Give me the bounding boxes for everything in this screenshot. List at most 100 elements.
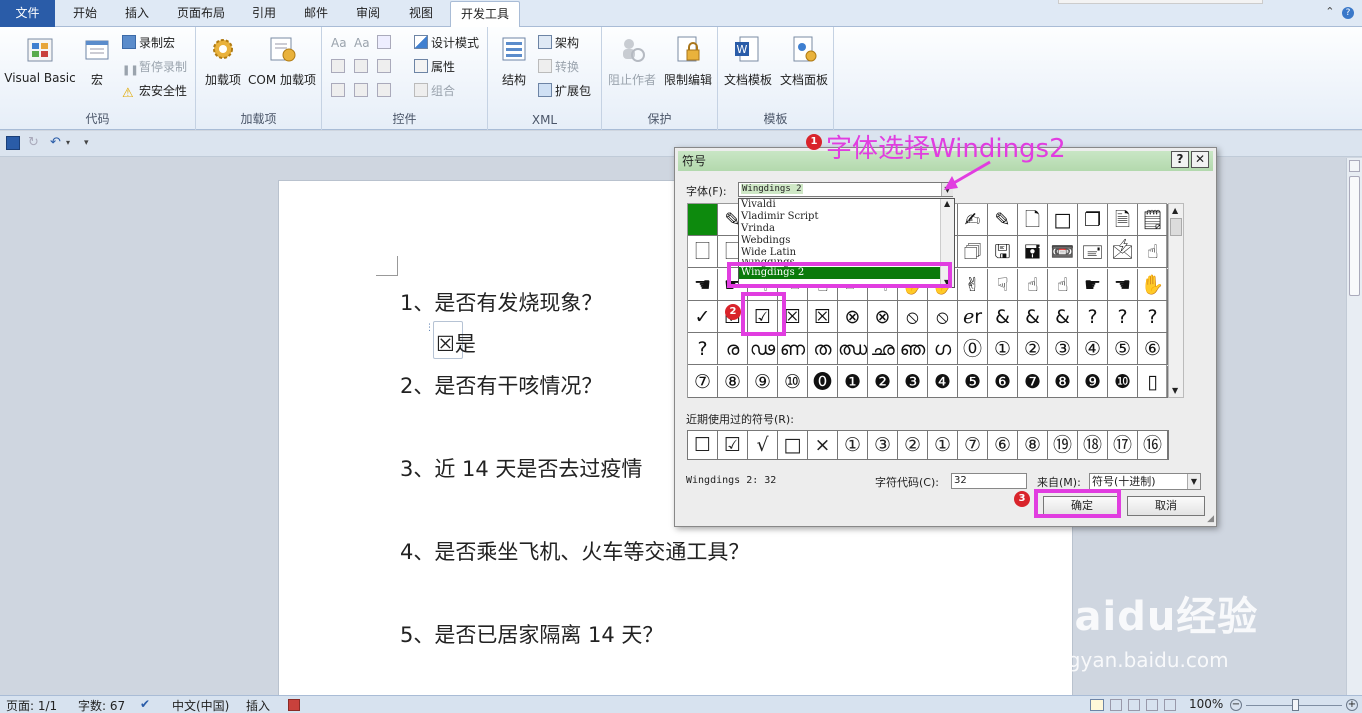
macros-button[interactable]: 宏: [78, 31, 116, 88]
symbol-cell[interactable]: ②: [1018, 333, 1048, 366]
symbol-cell[interactable]: 🗒: [1138, 204, 1168, 236]
customize-qat-icon[interactable]: ▾: [84, 136, 98, 150]
addins-button[interactable]: 加载项: [200, 31, 246, 88]
symbol-cell[interactable]: ☝: [1138, 236, 1168, 269]
tab-developer[interactable]: 开发工具: [450, 1, 520, 27]
symbol-cell[interactable]: 🗋: [1018, 204, 1048, 236]
tab-page-layout[interactable]: 页面布局: [168, 1, 234, 27]
recent-symbol-cell[interactable]: ☐: [688, 431, 718, 460]
com-addins-button[interactable]: COM 加载项: [246, 31, 318, 88]
symbol-cell[interactable]: ❶: [838, 365, 868, 398]
symbol-cell[interactable]: ❹: [928, 365, 958, 398]
resize-grip-icon[interactable]: ◢: [1207, 514, 1214, 524]
grid-scroll-down-icon[interactable]: ▼: [1172, 386, 1178, 395]
symbol-cell[interactable]: &: [988, 300, 1018, 333]
symbol-cell[interactable]: ☝: [1048, 268, 1078, 301]
recent-symbol-cell[interactable]: □: [778, 431, 808, 460]
symbol-cell[interactable]: ①: [988, 333, 1018, 366]
legacy-tools-button[interactable]: [377, 81, 394, 101]
font-dropdown-arrow-icon[interactable]: ▼: [941, 183, 953, 196]
cancel-button[interactable]: 取消: [1127, 496, 1205, 516]
web-layout-icon[interactable]: [1128, 699, 1140, 711]
symbol-cell-selected[interactable]: [688, 204, 718, 236]
symbol-cell[interactable]: ✌: [958, 268, 988, 301]
symbol-cell[interactable]: 🖄: [1108, 236, 1138, 269]
full-screen-reading-icon[interactable]: [1110, 699, 1122, 711]
symbol-cell[interactable]: ☒: [808, 300, 838, 333]
symbol-cell[interactable]: ണ: [778, 333, 808, 366]
symbol-cell[interactable]: &: [1018, 300, 1048, 333]
structure-button[interactable]: 结构: [494, 31, 534, 88]
vertical-scrollbar[interactable]: [1346, 158, 1362, 695]
font-option[interactable]: Vladimir Script: [739, 211, 954, 223]
symbol-cell[interactable]: ☛: [1078, 268, 1108, 301]
proofing-icon[interactable]: ✔: [140, 697, 150, 711]
symbol-cell[interactable]: ?: [688, 333, 718, 366]
font-option[interactable]: Wide Latin: [739, 247, 954, 259]
content-control-handle-icon[interactable]: ⋮: [425, 321, 434, 335]
recent-symbol-cell[interactable]: ⑥: [988, 431, 1018, 460]
word-count[interactable]: 字数: 67: [78, 697, 125, 713]
block-authors-button[interactable]: 阻止作者: [606, 31, 658, 88]
tab-insert[interactable]: 插入: [114, 1, 160, 27]
symbol-cell[interactable]: ▯: [1138, 365, 1168, 398]
combo-box-button[interactable]: [354, 57, 371, 77]
symbol-cell[interactable]: ഗ: [928, 333, 958, 366]
font-option[interactable]: Webdings: [739, 235, 954, 247]
symbol-cell[interactable]: ✋: [1138, 268, 1168, 301]
symbol-cell[interactable]: ☟: [988, 268, 1018, 301]
minimize-ribbon-icon[interactable]: ⌃: [1325, 5, 1334, 18]
symbol-cell[interactable]: ?: [1108, 300, 1138, 333]
tab-references[interactable]: 引用: [242, 1, 286, 27]
symbol-cell[interactable]: ℯr: [958, 300, 988, 333]
visual-basic-button[interactable]: Visual Basic: [4, 31, 76, 85]
record-macro-button[interactable]: 录制宏: [122, 33, 175, 53]
expansion-pack-button[interactable]: 扩展包: [538, 81, 591, 101]
from-select[interactable]: 符号(十进制) ▼: [1089, 473, 1201, 490]
schema-button[interactable]: 架构: [538, 33, 579, 53]
symbol-cell[interactable]: &: [1048, 300, 1078, 333]
symbol-cell[interactable]: ⑦: [688, 365, 718, 398]
zoom-out-icon[interactable]: −: [1230, 699, 1242, 711]
symbol-cell[interactable]: ❼: [1018, 365, 1048, 398]
symbol-cell[interactable]: ③: [1048, 333, 1078, 366]
pause-recording-button[interactable]: ❚❚暂停录制: [122, 57, 187, 77]
page-count[interactable]: 页面: 1/1: [6, 697, 57, 713]
macro-record-icon[interactable]: [288, 699, 300, 711]
group-button[interactable]: 组合: [414, 81, 455, 101]
from-dropdown-icon[interactable]: ▼: [1187, 474, 1200, 489]
dropdown-list-button[interactable]: [377, 57, 394, 77]
symbol-cell[interactable]: ❺: [958, 365, 988, 398]
save-icon[interactable]: [6, 136, 20, 150]
date-picker-button[interactable]: [331, 81, 348, 101]
symbol-cell[interactable]: 🗌: [688, 236, 718, 269]
symbol-cell[interactable]: ④: [1078, 333, 1108, 366]
symbol-cell[interactable]: ഝ: [838, 333, 868, 366]
transform-button[interactable]: 转换: [538, 57, 579, 77]
question-3[interactable]: 3、近 14 天是否去过疫情: [400, 453, 642, 483]
restrict-editing-button[interactable]: 限制编辑: [660, 31, 716, 88]
tab-mailings[interactable]: 邮件: [294, 1, 338, 27]
question-4[interactable]: 4、是否乘坐飞机、火车等交通工具？: [400, 536, 749, 566]
undo-icon[interactable]: ↶: [50, 136, 64, 150]
symbol-cell[interactable]: ❾: [1078, 365, 1108, 398]
symbol-cell[interactable]: ര: [718, 333, 748, 366]
symbol-cell[interactable]: ഢ: [748, 333, 778, 366]
recent-symbol-cell[interactable]: ②: [898, 431, 928, 460]
recent-symbol-cell[interactable]: ⑲: [1048, 431, 1078, 460]
symbol-cell[interactable]: ❐: [1078, 204, 1108, 236]
language-indicator[interactable]: 中文(中国): [172, 697, 229, 713]
building-block-button[interactable]: [331, 57, 348, 77]
symbol-cell[interactable]: ☝: [1018, 268, 1048, 301]
ribbon-controls[interactable]: ⌃ ?: [1325, 5, 1354, 19]
symbol-cell[interactable]: ⓪: [958, 333, 988, 366]
symbol-cell[interactable]: ⑩: [778, 365, 808, 398]
recent-symbol-cell[interactable]: ⑯: [1138, 431, 1168, 460]
symbol-cell[interactable]: 🖃: [1078, 236, 1108, 269]
font-select[interactable]: Wingdings 2: [738, 182, 953, 197]
symbol-cell[interactable]: ഞ: [898, 333, 928, 366]
zoom-slider-thumb[interactable]: [1292, 699, 1299, 711]
rich-text-control-button[interactable]: Aa: [331, 33, 347, 53]
font-list-up-icon[interactable]: ▲: [944, 199, 950, 208]
print-layout-icon[interactable]: [1090, 699, 1104, 711]
